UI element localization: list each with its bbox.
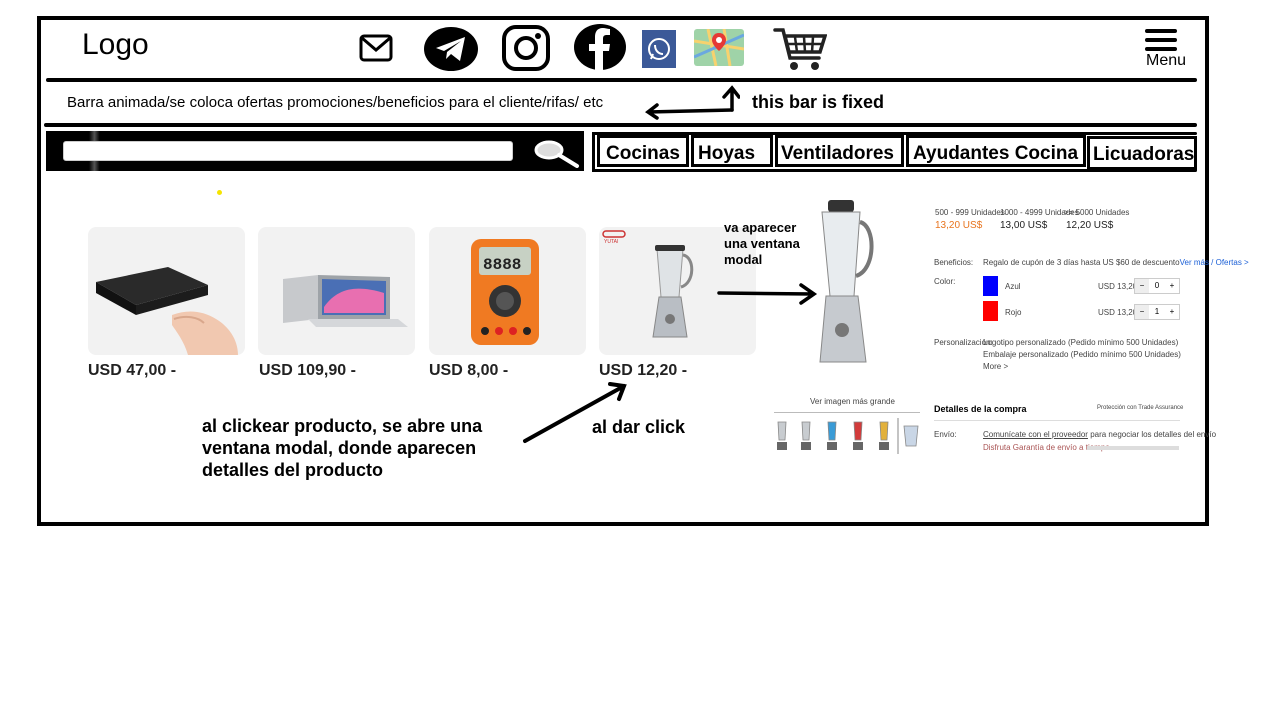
mail-icon[interactable] — [359, 33, 393, 63]
view-larger-link[interactable]: Ver imagen más grande — [810, 397, 895, 406]
instagram-icon[interactable] — [501, 25, 551, 71]
color-swatch-rojo[interactable] — [983, 301, 998, 321]
logo[interactable]: Logo — [82, 28, 149, 62]
thumbnail-strip — [774, 412, 920, 413]
purchase-details-title: Detalles de la compra — [934, 404, 1027, 414]
promo-bar-text: Barra animada/se coloca ofertas promocio… — [67, 94, 604, 111]
laptop-image — [283, 275, 408, 327]
search-input[interactable] — [63, 141, 513, 161]
color-swatch-azul[interactable] — [983, 276, 998, 296]
product-price: USD 47,00 - — [88, 362, 177, 379]
product-price: USD 8,00 - — [429, 362, 509, 379]
menu-label[interactable]: Menu — [1146, 52, 1186, 70]
arrow-icon — [717, 283, 818, 305]
svg-text:YUTAI: YUTAI — [604, 239, 618, 245]
tier-price: 13,00 US$ — [1000, 220, 1048, 231]
fixed-bar-note: this bar is fixed — [752, 92, 885, 112]
thumbnail-strip-images[interactable] — [774, 416, 922, 454]
category-bar-left-border — [592, 132, 595, 172]
category-ventiladores[interactable]: Ventiladores — [775, 135, 904, 167]
blender-large-image — [819, 200, 874, 363]
envio-label: Envío: — [934, 430, 957, 439]
search-bar — [46, 131, 584, 171]
quantity-value[interactable]: 1 — [1149, 305, 1165, 319]
category-hoyas[interactable]: Hoyas — [691, 135, 773, 167]
tier-range: >= 5000 Unidades — [1064, 208, 1130, 217]
category-cocinas[interactable]: Cocinas — [597, 135, 689, 167]
product-card-mini-pc[interactable] — [88, 227, 245, 355]
color-name: Rojo — [1005, 308, 1022, 317]
product-price: USD 12,20 - — [599, 362, 688, 379]
quantity-value[interactable]: 0 — [1149, 279, 1165, 293]
product-card-multimeter[interactable]: 8888 — [429, 227, 586, 355]
category-bar-border — [592, 132, 1197, 135]
color-name: Azul — [1005, 282, 1021, 291]
envio-text: Comunícate con el proveedor para negocia… — [983, 430, 1217, 439]
al-dar-click-note: al dar click — [592, 417, 686, 437]
category-bar-border-bottom — [592, 169, 1197, 172]
search-icon[interactable] — [532, 138, 580, 168]
promo-divider — [44, 123, 1197, 127]
multimeter-image: 8888 — [471, 239, 539, 345]
whatsapp-icon[interactable] — [642, 30, 676, 68]
svg-text:8888: 8888 — [483, 256, 521, 274]
personalizacion-option: Logotipo personalizado (Pedido mínimo 50… — [983, 338, 1179, 347]
personalizacion-option: Embalaje personalizado (Pedido mínimo 50… — [983, 350, 1181, 359]
color-price: USD 13,20 — [1098, 282, 1138, 291]
tier-price: 12,20 US$ — [1066, 220, 1114, 231]
quantity-stepper[interactable]: −1 + — [1134, 304, 1180, 320]
cart-icon[interactable] — [773, 26, 827, 72]
click-product-note: al clickear producto, se abre una ventan… — [202, 416, 483, 480]
envio-link[interactable]: Comunícate con el proveedor — [983, 430, 1088, 439]
facebook-icon[interactable] — [573, 23, 627, 71]
quantity-stepper[interactable]: −0 + — [1134, 278, 1180, 294]
personalizacion-more[interactable]: More > — [983, 362, 1008, 371]
tier-range: 500 - 999 Unidades — [935, 208, 1005, 217]
beneficios-text: Regalo de cupón de 3 días hasta US $60 d… — [983, 258, 1249, 267]
map-icon[interactable] — [694, 29, 744, 66]
arrow-icon — [645, 85, 740, 120]
beneficios-link[interactable]: Ver más / Ofertas > — [1180, 258, 1249, 267]
yellow-dot — [217, 190, 222, 195]
product-price: USD 109,90 - — [259, 362, 356, 379]
color-price: USD 13,20 — [1098, 308, 1138, 317]
modal-scrollbar[interactable] — [1087, 446, 1179, 450]
divider — [934, 420, 1180, 421]
mini-pc-image — [96, 267, 238, 355]
color-label: Color: — [934, 277, 956, 286]
beneficios-label: Beneficios: — [934, 258, 974, 267]
category-ayudantes-cocina[interactable]: Ayudantes Cocina — [906, 135, 1086, 167]
tier-price: 13,20 US$ — [935, 220, 983, 231]
header-divider — [46, 78, 1197, 82]
trade-assurance: Protección con Trade Assurance — [1097, 405, 1184, 411]
telegram-icon[interactable] — [423, 26, 479, 72]
category-licuadoras[interactable]: Licuadoras — [1087, 136, 1197, 170]
modal-note: va aparecer una ventana modal — [724, 220, 800, 267]
product-card-laptop[interactable] — [258, 227, 415, 355]
